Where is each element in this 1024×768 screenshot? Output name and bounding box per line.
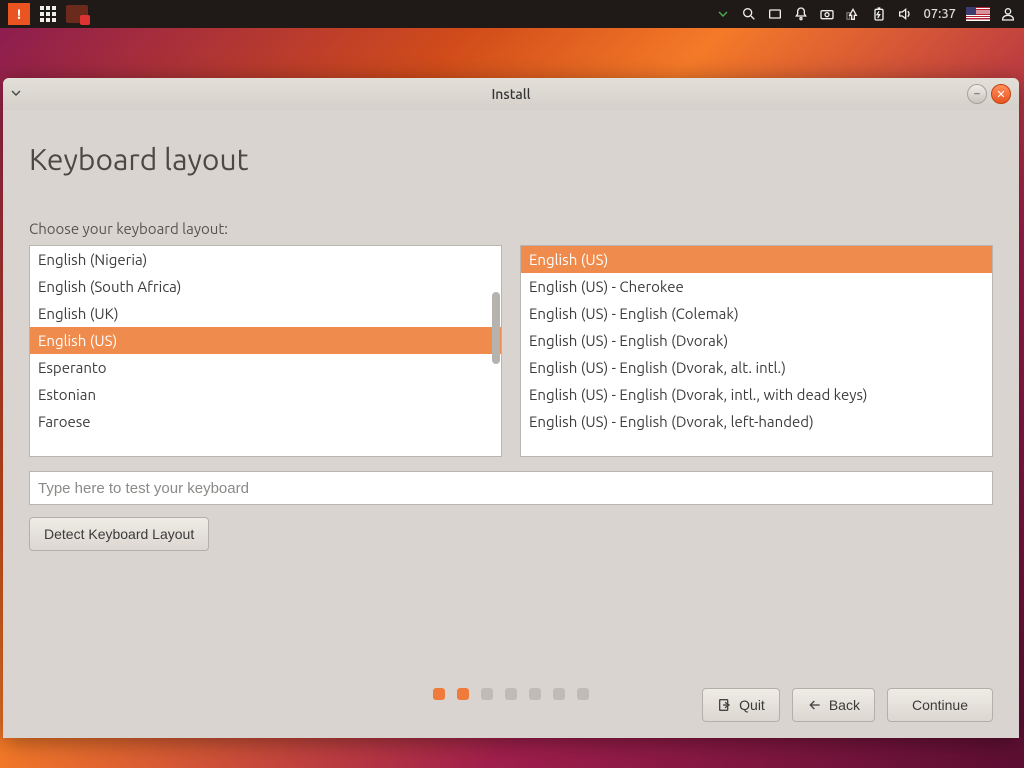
variant-list-item[interactable]: English (US) - Cherokee <box>521 273 992 300</box>
user-icon[interactable] <box>1000 6 1016 22</box>
scrollbar-thumb[interactable] <box>492 292 500 364</box>
installer-window: Install – ✕ Keyboard layout Choose your … <box>3 78 1019 738</box>
progress-dot <box>505 688 517 700</box>
minimize-button[interactable]: – <box>967 84 987 104</box>
layout-list[interactable]: English (Nigeria)English (South Africa)E… <box>29 245 502 457</box>
continue-button[interactable]: Continue <box>887 688 993 722</box>
progress-dot <box>577 688 589 700</box>
layout-list-item[interactable]: Faroese <box>30 408 501 435</box>
variant-list-item[interactable]: English (US) - English (Dvorak, left-han… <box>521 408 992 435</box>
notification-bell-icon[interactable] <box>793 6 809 22</box>
progress-dot <box>433 688 445 700</box>
screen-recorder-icon[interactable] <box>66 5 88 23</box>
continue-button-label: Continue <box>912 697 968 713</box>
battery-icon[interactable] <box>871 6 887 22</box>
variant-list-item[interactable]: English (US) - English (Colemak) <box>521 300 992 327</box>
progress-dot <box>553 688 565 700</box>
quit-icon <box>717 697 733 713</box>
choose-layout-label: Choose your keyboard layout: <box>29 220 993 237</box>
search-icon[interactable] <box>741 6 757 22</box>
apps-grid-icon[interactable] <box>40 6 56 22</box>
network-icon[interactable] <box>845 6 861 22</box>
clock[interactable]: 07:37 <box>923 7 956 21</box>
quit-button[interactable]: Quit <box>702 688 780 722</box>
volume-icon[interactable] <box>897 6 913 22</box>
titlebar: Install – ✕ <box>3 78 1019 110</box>
layout-list-item[interactable]: English (UK) <box>30 300 501 327</box>
keyboard-layout-flag-icon[interactable] <box>966 7 990 21</box>
distro-logo-icon[interactable]: ! <box>8 3 30 25</box>
camera-icon[interactable] <box>819 6 835 22</box>
window-title: Install <box>491 86 530 102</box>
window-menu-icon[interactable] <box>8 85 24 104</box>
variant-list-item[interactable]: English (US) - English (Dvorak, intl., w… <box>521 381 992 408</box>
quit-button-label: Quit <box>739 697 765 713</box>
back-button-label: Back <box>829 697 860 713</box>
layout-list-item[interactable]: English (South Africa) <box>30 273 501 300</box>
layout-list-item[interactable]: Estonian <box>30 381 501 408</box>
variant-list-item[interactable]: English (US) - English (Dvorak, alt. int… <box>521 354 992 381</box>
progress-dots <box>433 688 589 700</box>
arrow-left-icon <box>807 697 823 713</box>
variant-list-item[interactable]: English (US) - English (Dvorak) <box>521 327 992 354</box>
variant-list-item[interactable]: English (US) <box>521 246 992 273</box>
layout-list-item[interactable]: English (Nigeria) <box>30 246 501 273</box>
close-button[interactable]: ✕ <box>991 84 1011 104</box>
variant-list[interactable]: English (US)English (US) - CherokeeEngli… <box>520 245 993 457</box>
top-panel: ! 07:37 <box>0 0 1024 28</box>
back-button[interactable]: Back <box>792 688 875 722</box>
workspace-icon[interactable] <box>767 6 783 22</box>
keyboard-test-input[interactable] <box>29 471 993 505</box>
wizard-footer: Quit Back Continue <box>29 672 993 738</box>
progress-dot <box>481 688 493 700</box>
layout-list-item[interactable]: Esperanto <box>30 354 501 381</box>
detect-layout-button[interactable]: Detect Keyboard Layout <box>29 517 209 551</box>
chevron-down-icon[interactable] <box>715 6 731 22</box>
progress-dot <box>457 688 469 700</box>
progress-dot <box>529 688 541 700</box>
page-heading: Keyboard layout <box>29 142 993 176</box>
layout-list-item[interactable]: English (US) <box>30 327 501 354</box>
